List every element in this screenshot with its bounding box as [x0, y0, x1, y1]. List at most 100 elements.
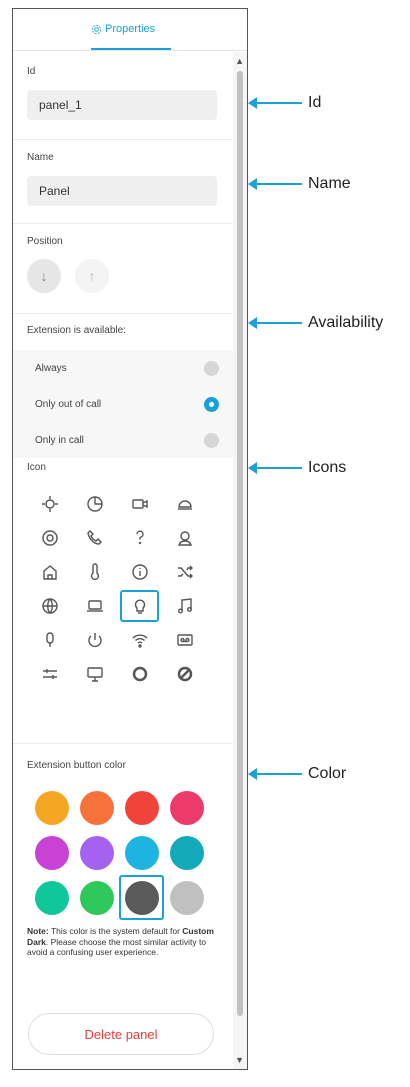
color-swatch[interactable] — [164, 875, 209, 920]
callout-label: Color — [308, 765, 347, 782]
availability-label: Extension is available: — [27, 325, 126, 336]
note-text-end: . Please choose the most similar activit… — [27, 936, 207, 958]
callout-label: Id — [308, 94, 322, 111]
position-section: Position ↓ ↑ — [13, 224, 233, 314]
phone-icon[interactable] — [72, 521, 117, 555]
callout-arrow — [248, 178, 302, 190]
color-note: Note: This color is the system default f… — [13, 920, 233, 958]
thermometer-icon[interactable] — [72, 555, 117, 589]
callout-label: Name — [308, 175, 351, 192]
note-text: This color is the system default for — [48, 926, 183, 936]
color-grid — [29, 785, 233, 920]
question-icon[interactable] — [117, 521, 162, 555]
color-swatch-fill — [124, 880, 159, 915]
target-icon[interactable] — [27, 521, 72, 555]
availability-option-label: Only in call — [35, 434, 84, 446]
callout-arrow — [248, 97, 302, 109]
position-label: Position — [27, 236, 63, 247]
globe-icon[interactable] — [27, 589, 72, 623]
delete-panel-button[interactable]: Delete panel — [28, 1013, 214, 1055]
callout-availability: Availability — [248, 313, 384, 333]
name-label: Name — [27, 152, 54, 163]
icon-section: Icon — [13, 458, 233, 744]
color-swatch[interactable] — [74, 875, 119, 920]
scrollbar-thumb[interactable] — [237, 71, 243, 1016]
id-field[interactable] — [27, 90, 217, 120]
icon-grid — [27, 487, 217, 691]
color-swatch[interactable] — [119, 785, 164, 830]
callout-arrow — [248, 768, 302, 780]
availability-option-always[interactable]: Always — [13, 350, 233, 386]
availability-option-label: Only out of call — [35, 398, 102, 410]
wifi-icon[interactable] — [117, 623, 162, 657]
video-camera-icon[interactable] — [117, 487, 162, 521]
availability-header: Extension is available: — [13, 314, 233, 350]
microphone-icon[interactable] — [27, 623, 72, 657]
move-down-button[interactable]: ↓ — [27, 259, 61, 293]
icon-label: Icon — [27, 462, 46, 473]
callout-name: Name — [248, 174, 351, 194]
scroll-down-icon[interactable]: ▼ — [235, 1055, 244, 1065]
color-swatch[interactable] — [119, 875, 164, 920]
pie-chart-icon[interactable] — [72, 487, 117, 521]
color-swatch[interactable] — [74, 830, 119, 875]
color-swatch-fill — [169, 835, 204, 870]
tab-properties[interactable]: Properties — [91, 23, 155, 35]
brightness-icon[interactable] — [27, 487, 72, 521]
color-swatch[interactable] — [164, 830, 209, 875]
radio-button[interactable] — [204, 432, 219, 448]
disc-icon[interactable] — [162, 657, 207, 691]
name-field[interactable] — [27, 176, 217, 206]
color-swatch-fill — [124, 790, 159, 825]
laptop-icon[interactable] — [72, 589, 117, 623]
callout-color: Color — [248, 764, 347, 784]
color-swatch[interactable] — [29, 785, 74, 830]
id-label: Id — [27, 66, 36, 77]
blinds-icon[interactable] — [117, 657, 162, 691]
color-swatch-fill — [34, 835, 69, 870]
meeting-light-icon[interactable] — [162, 487, 207, 521]
callout-arrow — [248, 317, 302, 329]
radio-button[interactable] — [204, 360, 219, 376]
helpdesk-icon[interactable] — [162, 521, 207, 555]
color-swatch[interactable] — [74, 785, 119, 830]
name-section: Name — [13, 140, 233, 224]
gear-icon — [91, 24, 102, 34]
note-prefix: Note: — [27, 926, 49, 936]
color-swatch-fill — [124, 835, 159, 870]
callout-id: Id — [248, 93, 322, 113]
availability-option-out-of-call[interactable]: Only out of call — [13, 386, 233, 422]
voicemail-icon[interactable] — [162, 623, 207, 657]
color-swatch-fill — [169, 880, 204, 915]
color-label: Extension button color — [27, 760, 126, 771]
power-icon[interactable] — [72, 623, 117, 657]
callout-icons: Icons — [248, 458, 347, 478]
color-swatch-fill — [79, 835, 114, 870]
music-icon[interactable] — [162, 589, 207, 623]
color-swatch[interactable] — [29, 875, 74, 920]
shuffle-icon[interactable] — [162, 555, 207, 589]
radio-button-selected[interactable] — [204, 396, 219, 412]
availability-option-label: Always — [35, 362, 67, 374]
tab-properties-label: Properties — [105, 23, 156, 35]
scroll-up-icon[interactable]: ▲ — [235, 56, 244, 66]
info-icon[interactable] — [117, 555, 162, 589]
move-up-button[interactable]: ↑ — [75, 259, 109, 293]
availability-option-in-call[interactable]: Only in call — [13, 422, 233, 458]
color-swatch[interactable] — [164, 785, 209, 830]
callout-arrow — [248, 462, 302, 474]
tab-active-indicator — [91, 48, 171, 50]
properties-scroll-area: Id Name Position ↓ ↑ Extension is availa… — [13, 52, 233, 1069]
callout-label: Icons — [308, 459, 347, 476]
color-swatch[interactable] — [119, 830, 164, 875]
lightbulb-icon[interactable] — [120, 590, 159, 622]
arrow-down-icon: ↓ — [40, 268, 48, 284]
callout-label: Availability — [308, 314, 384, 331]
id-section: Id — [13, 52, 233, 140]
color-swatch[interactable] — [29, 830, 74, 875]
monitor-icon[interactable] — [72, 657, 117, 691]
color-swatch-fill — [169, 790, 204, 825]
sliders-icon[interactable] — [27, 657, 72, 691]
home-icon[interactable] — [27, 555, 72, 589]
color-swatch-fill — [79, 790, 114, 825]
